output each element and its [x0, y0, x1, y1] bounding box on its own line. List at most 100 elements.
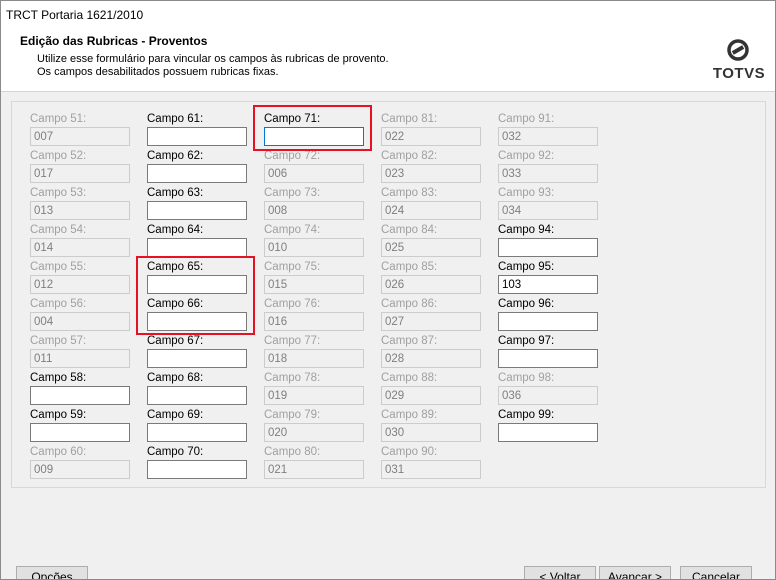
field-campo-86: Campo 86: — [381, 297, 481, 331]
field-label: Campo 88: — [381, 372, 438, 384]
field-campo-97: Campo 97: — [498, 334, 598, 368]
field-label: Campo 86: — [381, 298, 438, 310]
totvs-logo-icon — [727, 39, 749, 61]
field-label: Campo 62: — [147, 150, 204, 162]
field-campo-61: Campo 61: — [147, 112, 247, 146]
field-label: Campo 67: — [147, 335, 204, 347]
field-campo-72: Campo 72: — [264, 149, 364, 183]
field-label: Campo 78: — [264, 372, 321, 384]
wizard-header: Edição das Rubricas - Proventos Utilize … — [1, 29, 775, 92]
campo-56-input — [30, 312, 130, 331]
field-campo-83: Campo 83: — [381, 186, 481, 220]
campo-55-input — [30, 275, 130, 294]
campo-85-input — [381, 275, 481, 294]
campo-67-input[interactable] — [147, 349, 247, 368]
campo-96-input[interactable] — [498, 312, 598, 331]
title-bar: TRCT Portaria 1621/2010 — [1, 1, 775, 29]
field-campo-85: Campo 85: — [381, 260, 481, 294]
field-label: Campo 60: — [30, 446, 87, 458]
campo-98-input — [498, 386, 598, 405]
field-campo-64: Campo 64: — [147, 223, 247, 257]
campo-61-input[interactable] — [147, 127, 247, 146]
campo-94-input[interactable] — [498, 238, 598, 257]
field-campo-62: Campo 62: — [147, 149, 247, 183]
field-campo-53: Campo 53: — [30, 186, 130, 220]
campo-66-input[interactable] — [147, 312, 247, 331]
field-label: Campo 59: — [30, 409, 87, 421]
field-label: Campo 92: — [498, 150, 555, 162]
field-campo-96: Campo 96: — [498, 297, 598, 331]
field-label: Campo 63: — [147, 187, 204, 199]
field-label: Campo 91: — [498, 113, 555, 125]
field-campo-68: Campo 68: — [147, 371, 247, 405]
campo-59-input[interactable] — [30, 423, 130, 442]
campo-78-input — [264, 386, 364, 405]
field-label: Campo 82: — [381, 150, 438, 162]
field-campo-82: Campo 82: — [381, 149, 481, 183]
campo-97-input[interactable] — [498, 349, 598, 368]
campo-80-input — [264, 460, 364, 479]
field-label: Campo 54: — [30, 224, 87, 236]
campo-99-input[interactable] — [498, 423, 598, 442]
field-label: Campo 97: — [498, 335, 555, 347]
campo-53-input — [30, 201, 130, 220]
campo-71-input[interactable] — [264, 127, 364, 146]
field-campo-70: Campo 70: — [147, 445, 247, 479]
window-title: TRCT Portaria 1621/2010 — [6, 8, 144, 22]
campo-64-input[interactable] — [147, 238, 247, 257]
field-campo-52: Campo 52: — [30, 149, 130, 183]
field-label: Campo 52: — [30, 150, 87, 162]
field-label: Campo 53: — [30, 187, 87, 199]
campo-95-input[interactable] — [498, 275, 598, 294]
campo-83-input — [381, 201, 481, 220]
campo-57-input — [30, 349, 130, 368]
options-button[interactable]: Opções — [16, 566, 88, 579]
campo-72-input — [264, 164, 364, 183]
campo-58-input[interactable] — [30, 386, 130, 405]
field-campo-77: Campo 77: — [264, 334, 364, 368]
field-label: Campo 76: — [264, 298, 321, 310]
campo-77-input — [264, 349, 364, 368]
field-campo-78: Campo 78: — [264, 371, 364, 405]
campo-62-input[interactable] — [147, 164, 247, 183]
campo-89-input — [381, 423, 481, 442]
field-campo-69: Campo 69: — [147, 408, 247, 442]
campo-86-input — [381, 312, 481, 331]
field-label: Campo 64: — [147, 224, 204, 236]
field-label: Campo 93: — [498, 187, 555, 199]
cancel-button[interactable]: Cancelar — [680, 566, 752, 579]
next-button[interactable]: Avançar > — [599, 566, 671, 579]
campo-90-input — [381, 460, 481, 479]
back-button[interactable]: < Voltar — [524, 566, 596, 579]
field-campo-90: Campo 90: — [381, 445, 481, 479]
campo-79-input — [264, 423, 364, 442]
campo-68-input[interactable] — [147, 386, 247, 405]
page-description-line2: Os campos desabilitados possuem rubricas… — [37, 66, 279, 78]
field-label: Campo 85: — [381, 261, 438, 273]
field-label: Campo 98: — [498, 372, 555, 384]
field-label: Campo 77: — [264, 335, 321, 347]
field-label: Campo 84: — [381, 224, 438, 236]
field-campo-95: Campo 95: — [498, 260, 598, 294]
field-campo-57: Campo 57: — [30, 334, 130, 368]
campo-69-input[interactable] — [147, 423, 247, 442]
field-campo-59: Campo 59: — [30, 408, 130, 442]
field-label: Campo 89: — [381, 409, 438, 421]
field-label: Campo 96: — [498, 298, 555, 310]
field-label: Campo 80: — [264, 446, 321, 458]
field-campo-91: Campo 91: — [498, 112, 598, 146]
field-campo-99: Campo 99: — [498, 408, 598, 442]
field-campo-75: Campo 75: — [264, 260, 364, 294]
campo-65-input[interactable] — [147, 275, 247, 294]
campo-54-input — [30, 238, 130, 257]
field-campo-71: Campo 71: — [264, 112, 364, 146]
campo-63-input[interactable] — [147, 201, 247, 220]
field-campo-65: Campo 65: — [147, 260, 247, 294]
field-campo-88: Campo 88: — [381, 371, 481, 405]
campo-70-input[interactable] — [147, 460, 247, 479]
campo-73-input — [264, 201, 364, 220]
page-title: Edição das Rubricas - Proventos — [20, 34, 208, 48]
campo-88-input — [381, 386, 481, 405]
field-label: Campo 57: — [30, 335, 87, 347]
campo-75-input — [264, 275, 364, 294]
